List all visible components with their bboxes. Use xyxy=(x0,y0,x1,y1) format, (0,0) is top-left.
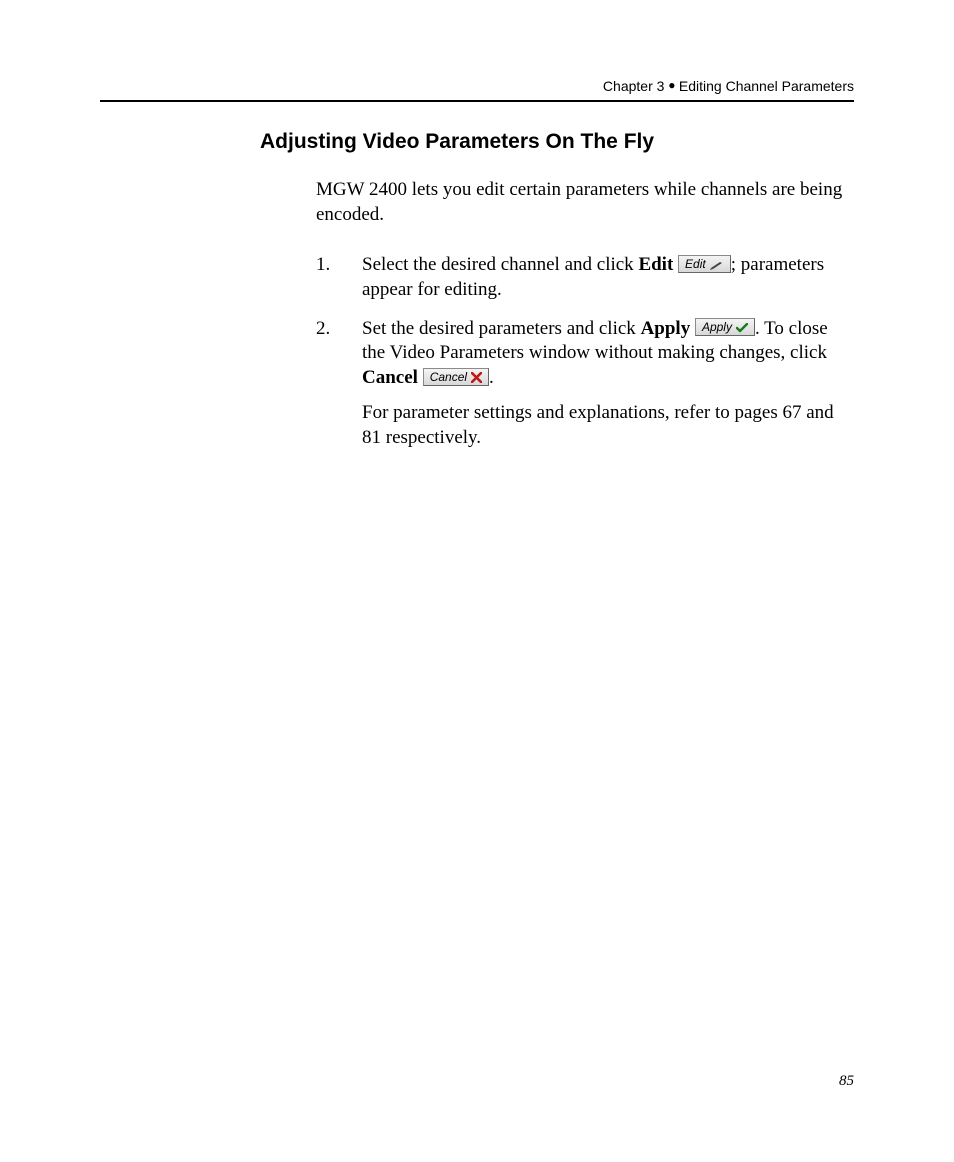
page: Chapter 3 ● Editing Channel Parameters A… xyxy=(0,0,954,1162)
steps-list: Select the desired channel and click Edi… xyxy=(316,253,854,450)
pencil-icon xyxy=(710,260,724,270)
check-icon xyxy=(736,323,748,333)
intro-paragraph: MGW 2400 lets you edit certain parameter… xyxy=(316,178,854,227)
step-2-bold-cancel: Cancel xyxy=(362,367,418,388)
chapter-label: Chapter 3 xyxy=(603,78,664,94)
step-2-follow: For parameter settings and explanations,… xyxy=(362,401,854,450)
chapter-title: Editing Channel Parameters xyxy=(679,78,854,94)
step-2: Set the desired parameters and click App… xyxy=(316,317,854,450)
page-number: 85 xyxy=(839,1073,854,1090)
apply-button: Apply xyxy=(695,318,755,336)
section-heading: Adjusting Video Parameters On The Fly xyxy=(260,130,854,154)
edit-button: Edit xyxy=(678,255,731,273)
step-2-post: . xyxy=(489,367,494,388)
step-1-bold-edit: Edit xyxy=(638,254,673,275)
cancel-button-label: Cancel xyxy=(430,370,467,384)
cancel-button: Cancel xyxy=(423,368,489,386)
step-1: Select the desired channel and click Edi… xyxy=(316,253,854,302)
step-2-pre: Set the desired parameters and click xyxy=(362,318,641,339)
apply-button-label: Apply xyxy=(702,320,732,334)
edit-button-label: Edit xyxy=(685,257,706,271)
body-block: MGW 2400 lets you edit certain parameter… xyxy=(316,178,854,450)
running-header: Chapter 3 ● Editing Channel Parameters xyxy=(100,78,854,94)
header-rule xyxy=(100,100,854,102)
step-1-pre: Select the desired channel and click xyxy=(362,254,638,275)
x-icon xyxy=(471,372,482,383)
step-2-bold-apply: Apply xyxy=(641,318,691,339)
separator-bullet: ● xyxy=(668,78,679,92)
